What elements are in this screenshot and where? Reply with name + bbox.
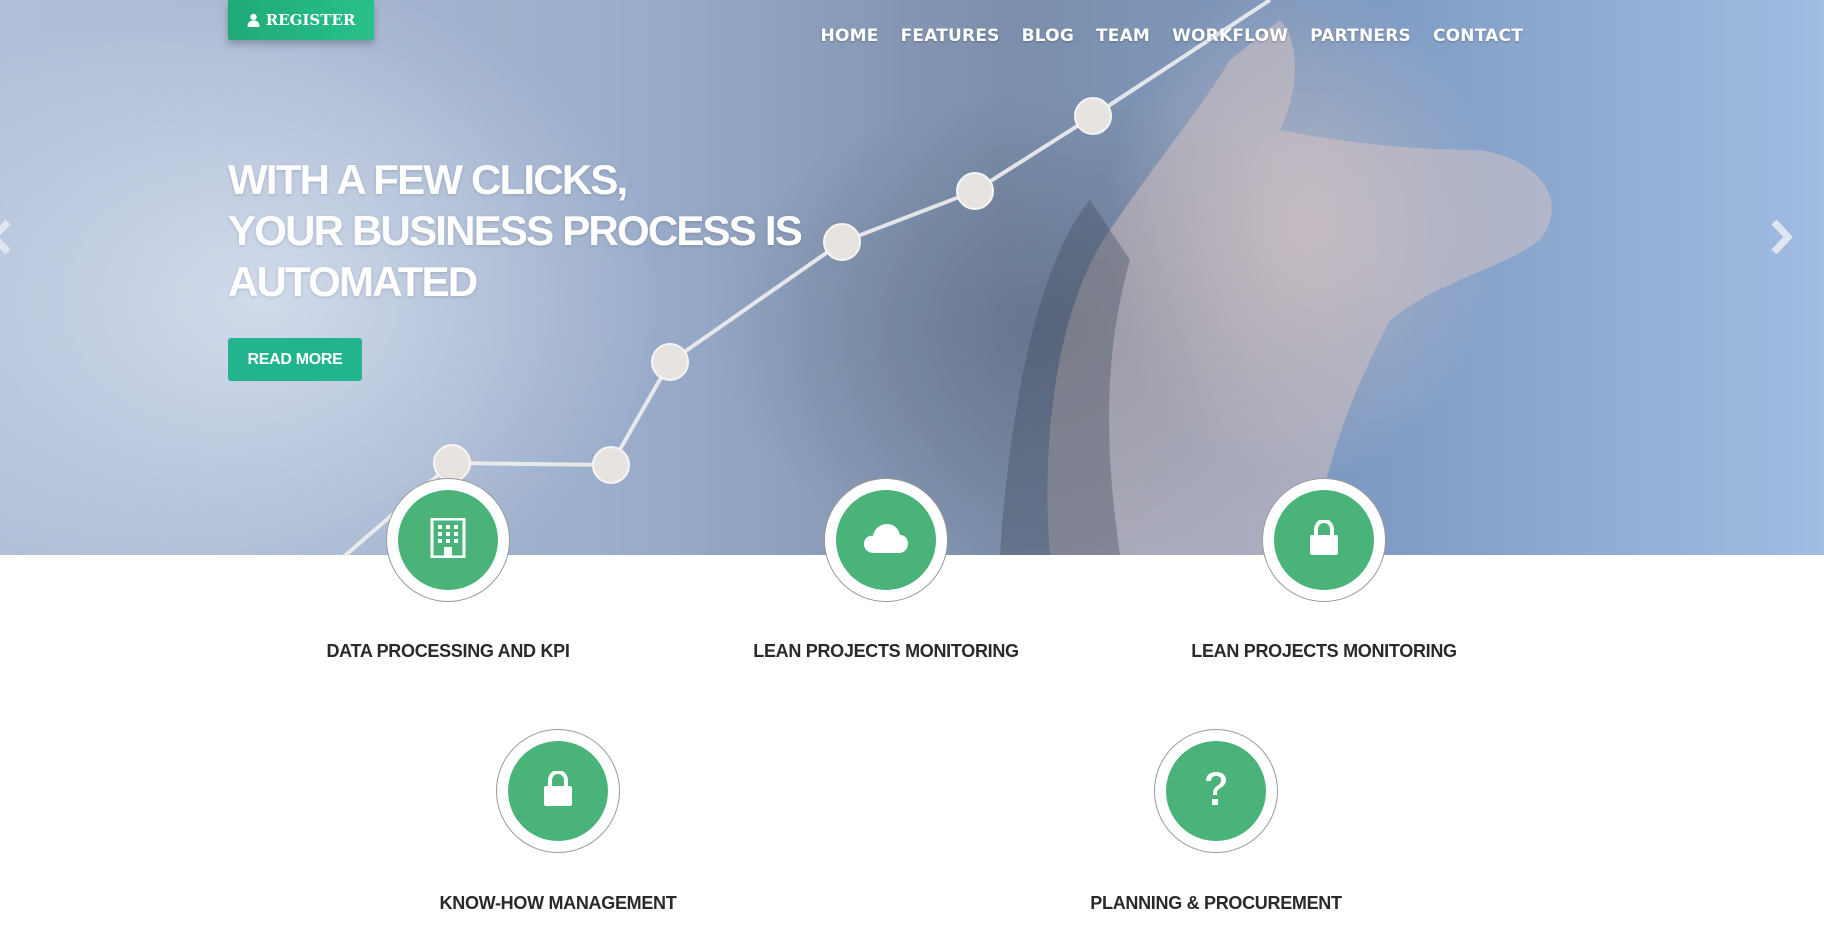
user-icon <box>247 13 260 27</box>
cloud-icon <box>863 522 909 559</box>
feature-title: KNOW-HOW MANAGEMENT <box>439 893 677 913</box>
nav-team[interactable]: TEAM <box>1085 26 1161 46</box>
register-label: REGISTER <box>265 11 356 29</box>
feature-title: PLANNING & PROCUREMENT <box>1090 893 1342 913</box>
feature-icon-circle <box>496 729 620 853</box>
headline-line-3: AUTOMATED <box>228 258 478 305</box>
nav-workflow[interactable]: WORKFLOW <box>1161 26 1299 46</box>
nav-home[interactable]: HOME <box>810 26 890 46</box>
nav-partners[interactable]: PARTNERS <box>1299 26 1422 46</box>
main-nav: HOME FEATURES BLOG TEAM WORKFLOW PARTNER… <box>810 26 1534 46</box>
building-icon <box>430 517 466 563</box>
feature-icon-circle <box>1154 729 1278 853</box>
nav-contact[interactable]: CONTACT <box>1422 26 1534 46</box>
hero-banner: REGISTER HOME FEATURES BLOG TEAM WORKFLO… <box>0 0 1824 555</box>
nav-features[interactable]: FEATURES <box>890 26 1011 46</box>
nav-blog[interactable]: BLOG <box>1011 26 1085 46</box>
headline-line-1: WITH A FEW CLICKS, <box>228 156 628 203</box>
question-icon <box>1202 770 1230 813</box>
hero-headline: WITH A FEW CLICKS, YOUR BUSINESS PROCESS… <box>228 154 828 307</box>
feature-title: LEAN PROJECTS MONITORING <box>753 641 1019 661</box>
feature-icon-circle <box>386 478 510 602</box>
lock-icon <box>1309 518 1339 561</box>
headline-line-2: YOUR BUSINESS PROCESS IS <box>228 207 803 254</box>
register-button[interactable]: REGISTER <box>228 0 374 40</box>
feature-icon-circle <box>1262 478 1386 602</box>
lock-icon <box>543 769 573 812</box>
chevron-right-icon[interactable] <box>1766 218 1796 256</box>
chevron-left-icon[interactable] <box>0 218 16 256</box>
feature-icon-circle <box>824 478 948 602</box>
feature-title: LEAN PROJECTS MONITORING <box>1191 641 1457 661</box>
feature-title: DATA PROCESSING AND KPI <box>326 641 570 661</box>
read-more-button[interactable]: READ MORE <box>228 338 362 381</box>
